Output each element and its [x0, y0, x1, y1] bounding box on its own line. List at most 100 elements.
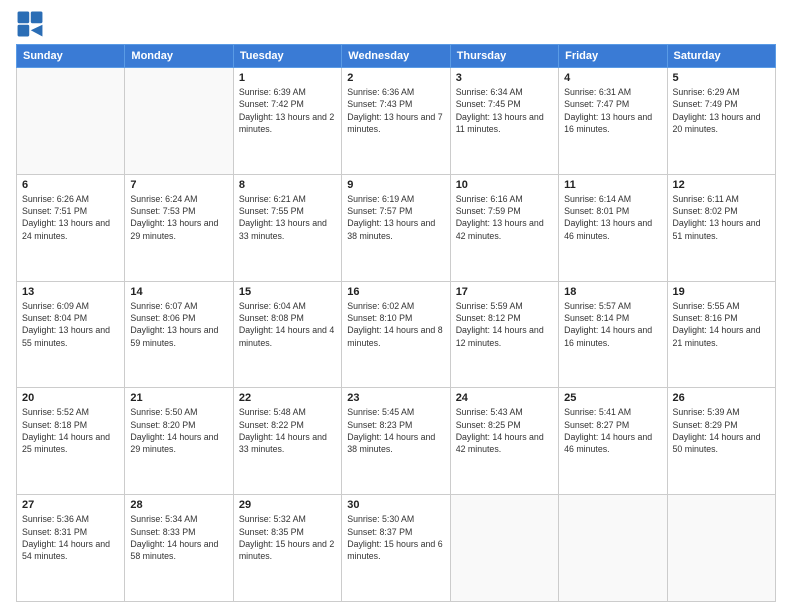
calendar-week-5: 27 Sunrise: 5:36 AM Sunset: 8:31 PM Dayli… — [17, 495, 776, 602]
day-number: 7 — [130, 179, 227, 191]
day-header-sunday: Sunday — [17, 45, 125, 68]
calendar-cell: 16 Sunrise: 6:02 AM Sunset: 8:10 PM Dayli… — [342, 281, 450, 388]
day-number: 15 — [239, 286, 336, 298]
calendar-cell — [450, 495, 558, 602]
day-number: 28 — [130, 499, 227, 511]
calendar-cell: 26 Sunrise: 5:39 AM Sunset: 8:29 PM Dayli… — [667, 388, 775, 495]
day-info: Sunrise: 5:48 AM Sunset: 8:22 PM Dayligh… — [239, 406, 336, 455]
day-number: 3 — [456, 72, 553, 84]
calendar-cell: 15 Sunrise: 6:04 AM Sunset: 8:08 PM Dayli… — [233, 281, 341, 388]
day-number: 16 — [347, 286, 444, 298]
day-info: Sunrise: 6:34 AM Sunset: 7:45 PM Dayligh… — [456, 86, 553, 135]
day-header-thursday: Thursday — [450, 45, 558, 68]
day-number: 25 — [564, 392, 661, 404]
calendar-cell: 20 Sunrise: 5:52 AM Sunset: 8:18 PM Dayli… — [17, 388, 125, 495]
calendar-cell: 23Sunrise: 5:45 AM Sunset: 8:23 PM Dayli… — [342, 388, 450, 495]
day-number: 8 — [239, 179, 336, 191]
day-number: 2 — [347, 72, 444, 84]
day-number: 30 — [347, 499, 444, 511]
calendar-cell: 27 Sunrise: 5:36 AM Sunset: 8:31 PM Dayli… — [17, 495, 125, 602]
day-info: Sunrise: 6:26 AM Sunset: 7:51 PM Dayligh… — [22, 193, 119, 242]
day-info: Sunrise: 6:24 AM Sunset: 7:53 PM Dayligh… — [130, 193, 227, 242]
calendar-cell: 19 Sunrise: 5:55 AM Sunset: 8:16 PM Dayli… — [667, 281, 775, 388]
calendar-cell — [125, 68, 233, 175]
day-number: 11 — [564, 179, 661, 191]
day-number: 26 — [673, 392, 770, 404]
day-info: Sunrise: 6:04 AM Sunset: 8:08 PM Dayligh… — [239, 300, 336, 349]
day-number: 4 — [564, 72, 661, 84]
day-info: Sunrise: 6:11 AM Sunset: 8:02 PM Dayligh… — [673, 193, 770, 242]
calendar-week-3: 13Sunrise: 6:09 AM Sunset: 8:04 PM Dayli… — [17, 281, 776, 388]
day-number: 19 — [673, 286, 770, 298]
day-info: Sunrise: 6:16 AM Sunset: 7:59 PM Dayligh… — [456, 193, 553, 242]
calendar-cell: 2 Sunrise: 6:36 AM Sunset: 7:43 PM Daylig… — [342, 68, 450, 175]
calendar-week-1: 1 Sunrise: 6:39 AM Sunset: 7:42 PM Daylig… — [17, 68, 776, 175]
calendar-cell: 10 Sunrise: 6:16 AM Sunset: 7:59 PM Dayli… — [450, 174, 558, 281]
day-info: Sunrise: 6:19 AM Sunset: 7:57 PM Dayligh… — [347, 193, 444, 242]
calendar-cell: 6 Sunrise: 6:26 AM Sunset: 7:51 PM Daylig… — [17, 174, 125, 281]
day-number: 27 — [22, 499, 119, 511]
day-header-monday: Monday — [125, 45, 233, 68]
calendar-cell: 30Sunrise: 5:30 AM Sunset: 8:37 PM Dayli… — [342, 495, 450, 602]
calendar-cell: 29 Sunrise: 5:32 AM Sunset: 8:35 PM Dayli… — [233, 495, 341, 602]
day-info: Sunrise: 6:36 AM Sunset: 7:43 PM Dayligh… — [347, 86, 444, 135]
page: SundayMondayTuesdayWednesdayThursdayFrid… — [0, 0, 792, 612]
day-number: 29 — [239, 499, 336, 511]
calendar-body: 1 Sunrise: 6:39 AM Sunset: 7:42 PM Daylig… — [17, 68, 776, 602]
day-info: Sunrise: 5:50 AM Sunset: 8:20 PM Dayligh… — [130, 406, 227, 455]
calendar-cell: 11Sunrise: 6:14 AM Sunset: 8:01 PM Dayli… — [559, 174, 667, 281]
day-info: Sunrise: 5:36 AM Sunset: 8:31 PM Dayligh… — [22, 513, 119, 562]
calendar-cell: 18Sunrise: 5:57 AM Sunset: 8:14 PM Dayli… — [559, 281, 667, 388]
day-number: 23 — [347, 392, 444, 404]
header — [16, 10, 776, 38]
calendar-cell: 1 Sunrise: 6:39 AM Sunset: 7:42 PM Daylig… — [233, 68, 341, 175]
day-info: Sunrise: 6:21 AM Sunset: 7:55 PM Dayligh… — [239, 193, 336, 242]
calendar-cell: 21 Sunrise: 5:50 AM Sunset: 8:20 PM Dayli… — [125, 388, 233, 495]
day-number: 20 — [22, 392, 119, 404]
days-of-week-row: SundayMondayTuesdayWednesdayThursdayFrid… — [17, 45, 776, 68]
day-info: Sunrise: 5:32 AM Sunset: 8:35 PM Dayligh… — [239, 513, 336, 562]
day-info: Sunrise: 6:31 AM Sunset: 7:47 PM Dayligh… — [564, 86, 661, 135]
calendar-cell — [17, 68, 125, 175]
calendar-cell: 8 Sunrise: 6:21 AM Sunset: 7:55 PM Daylig… — [233, 174, 341, 281]
calendar-cell: 22 Sunrise: 5:48 AM Sunset: 8:22 PM Dayli… — [233, 388, 341, 495]
day-info: Sunrise: 5:55 AM Sunset: 8:16 PM Dayligh… — [673, 300, 770, 349]
day-info: Sunrise: 6:02 AM Sunset: 8:10 PM Dayligh… — [347, 300, 444, 349]
day-info: Sunrise: 6:29 AM Sunset: 7:49 PM Dayligh… — [673, 86, 770, 135]
calendar-header: SundayMondayTuesdayWednesdayThursdayFrid… — [17, 45, 776, 68]
day-number: 24 — [456, 392, 553, 404]
calendar-week-4: 20 Sunrise: 5:52 AM Sunset: 8:18 PM Dayli… — [17, 388, 776, 495]
day-number: 22 — [239, 392, 336, 404]
calendar-cell: 25 Sunrise: 5:41 AM Sunset: 8:27 PM Dayli… — [559, 388, 667, 495]
calendar-cell: 3 Sunrise: 6:34 AM Sunset: 7:45 PM Daylig… — [450, 68, 558, 175]
day-number: 1 — [239, 72, 336, 84]
calendar-cell: 9 Sunrise: 6:19 AM Sunset: 7:57 PM Daylig… — [342, 174, 450, 281]
day-info: Sunrise: 6:07 AM Sunset: 8:06 PM Dayligh… — [130, 300, 227, 349]
day-info: Sunrise: 5:39 AM Sunset: 8:29 PM Dayligh… — [673, 406, 770, 455]
logo-icon — [16, 10, 44, 38]
day-number: 9 — [347, 179, 444, 191]
day-number: 12 — [673, 179, 770, 191]
calendar-cell: 28Sunrise: 5:34 AM Sunset: 8:33 PM Dayli… — [125, 495, 233, 602]
day-number: 21 — [130, 392, 227, 404]
calendar-cell: 17 Sunrise: 5:59 AM Sunset: 8:12 PM Dayli… — [450, 281, 558, 388]
calendar-cell — [667, 495, 775, 602]
day-header-saturday: Saturday — [667, 45, 775, 68]
day-number: 10 — [456, 179, 553, 191]
day-number: 18 — [564, 286, 661, 298]
day-info: Sunrise: 5:43 AM Sunset: 8:25 PM Dayligh… — [456, 406, 553, 455]
calendar-cell: 14Sunrise: 6:07 AM Sunset: 8:06 PM Dayli… — [125, 281, 233, 388]
day-number: 17 — [456, 286, 553, 298]
calendar-cell: 12 Sunrise: 6:11 AM Sunset: 8:02 PM Dayli… — [667, 174, 775, 281]
day-number: 5 — [673, 72, 770, 84]
day-info: Sunrise: 6:39 AM Sunset: 7:42 PM Dayligh… — [239, 86, 336, 135]
day-number: 6 — [22, 179, 119, 191]
calendar-cell: 4 Sunrise: 6:31 AM Sunset: 7:47 PM Daylig… — [559, 68, 667, 175]
calendar-cell: 24 Sunrise: 5:43 AM Sunset: 8:25 PM Dayli… — [450, 388, 558, 495]
calendar-week-2: 6 Sunrise: 6:26 AM Sunset: 7:51 PM Daylig… — [17, 174, 776, 281]
day-info: Sunrise: 5:41 AM Sunset: 8:27 PM Dayligh… — [564, 406, 661, 455]
logo — [16, 10, 48, 38]
day-info: Sunrise: 5:52 AM Sunset: 8:18 PM Dayligh… — [22, 406, 119, 455]
calendar-cell: 5 Sunrise: 6:29 AM Sunset: 7:49 PM Daylig… — [667, 68, 775, 175]
day-info: Sunrise: 5:59 AM Sunset: 8:12 PM Dayligh… — [456, 300, 553, 349]
